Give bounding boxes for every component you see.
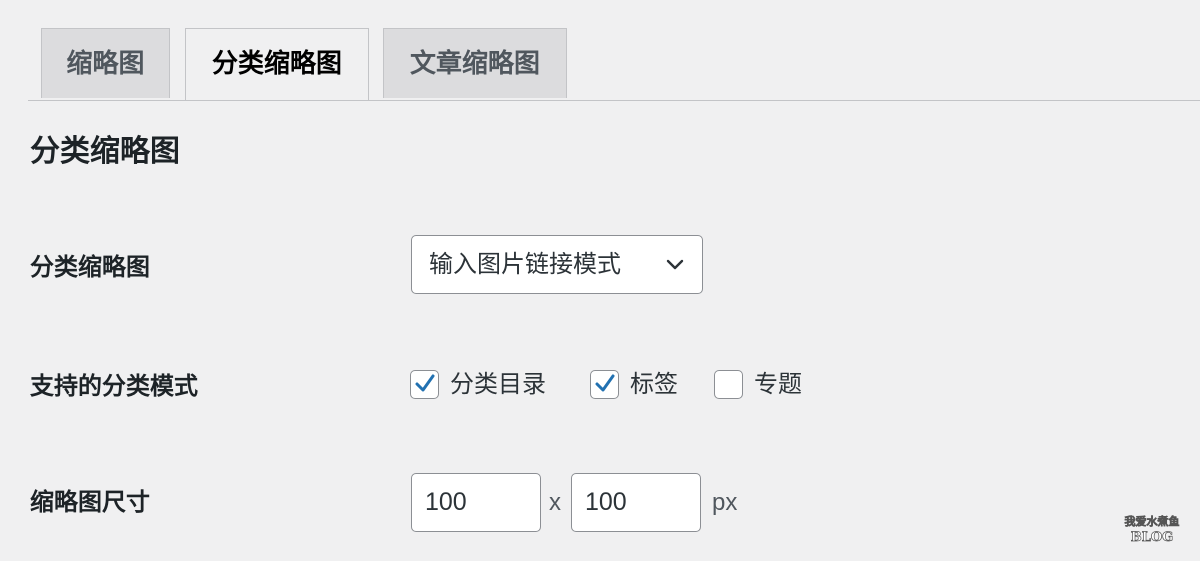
checkmark-icon [595, 374, 615, 391]
taxonomy-option-category[interactable]: 分类目录 [410, 366, 546, 402]
svg-text:我爱水煮鱼: 我爱水煮鱼 [1125, 514, 1180, 528]
tab-bar: 缩略图 分类缩略图 文章缩略图 [28, 28, 1200, 101]
size-label: 缩略图尺寸 [30, 488, 150, 516]
svg-text:BLOG: BLOG [1131, 530, 1174, 545]
blog-watermark-logo: 我爱水煮鱼 BLOG [1124, 514, 1180, 546]
topic-checkbox-label: 专题 [754, 370, 802, 398]
width-input[interactable]: 100 [411, 473, 541, 532]
tab-post-thumbnail[interactable]: 文章缩略图 [383, 28, 567, 98]
checkmark-icon [415, 374, 435, 391]
tab-category-thumbnail[interactable]: 分类缩略图 [185, 28, 369, 100]
topic-checkbox[interactable] [714, 369, 743, 399]
mode-select[interactable]: 输入图片链接模式 [411, 235, 703, 294]
height-input[interactable]: 100 [571, 473, 701, 532]
tab-thumbnail[interactable]: 缩略图 [41, 28, 170, 98]
mode-select-value: 输入图片链接模式 [429, 250, 621, 278]
section-title: 分类缩略图 [30, 134, 180, 169]
category-checkbox[interactable] [410, 369, 439, 399]
taxonomy-option-topic[interactable]: 专题 [714, 366, 802, 402]
chevron-down-icon [666, 259, 684, 270]
size-unit: px [712, 489, 738, 516]
size-separator: x [549, 489, 561, 516]
tag-checkbox[interactable] [590, 369, 619, 399]
settings-page: 缩略图 分类缩略图 文章缩略图 分类缩略图 分类缩略图 输入图片链接模式 支持的… [0, 0, 1200, 561]
tag-checkbox-label: 标签 [630, 370, 678, 398]
taxonomy-option-tag[interactable]: 标签 [590, 366, 678, 402]
category-checkbox-label: 分类目录 [450, 370, 546, 398]
mode-label: 分类缩略图 [30, 253, 150, 281]
taxonomies-label: 支持的分类模式 [30, 372, 198, 400]
